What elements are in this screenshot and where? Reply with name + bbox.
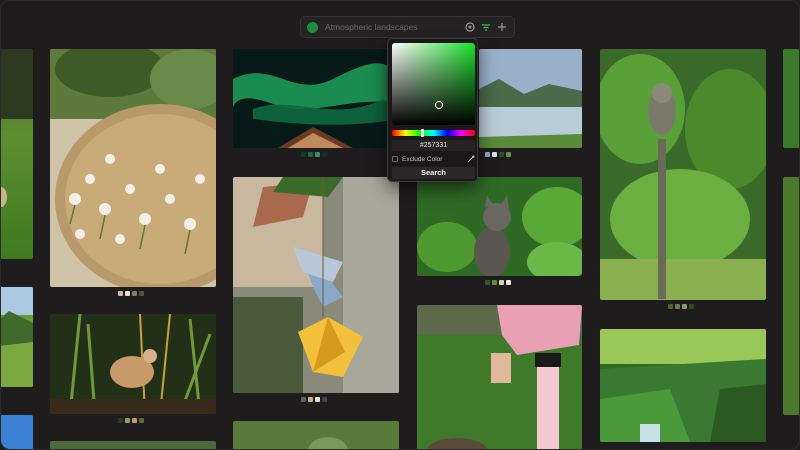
palette-swatch[interactable]	[315, 397, 320, 402]
palette-swatch[interactable]	[139, 418, 144, 423]
palette-owl-forest	[668, 304, 694, 309]
palette-swatch[interactable]	[499, 280, 504, 285]
image-card-moss-bottom[interactable]	[233, 421, 399, 449]
palette-swatch[interactable]	[682, 304, 687, 309]
hex-value[interactable]: #257331	[392, 140, 475, 151]
chicken-grass-image	[50, 314, 216, 414]
soccer-image	[417, 305, 582, 449]
color-swatch-button[interactable]	[307, 21, 318, 33]
palette-origami-cranes	[301, 397, 327, 402]
image-card-owl-forest[interactable]	[600, 49, 766, 300]
palette-swatch[interactable]	[485, 152, 490, 157]
image-card-flower-basket[interactable]	[50, 49, 216, 287]
palette-mountain-lake	[485, 152, 511, 157]
palette-swatch[interactable]	[506, 280, 511, 285]
palette-swatch[interactable]	[132, 291, 137, 296]
palette-swatch[interactable]	[308, 152, 313, 157]
palette-swatch[interactable]	[308, 397, 313, 402]
palette-swatch[interactable]	[499, 152, 504, 157]
exclude-color-row[interactable]: Exclude Color	[392, 154, 475, 164]
palette-swatch[interactable]	[132, 418, 137, 423]
flower-basket-image	[50, 49, 216, 287]
palette-flower-basket	[118, 291, 144, 296]
search-input[interactable]	[325, 22, 460, 32]
palette-swatch[interactable]	[301, 152, 306, 157]
image-card-right-edge-2[interactable]	[783, 177, 799, 415]
image-card-waterfall-forest[interactable]	[600, 329, 766, 442]
mountain-left-image	[1, 287, 33, 387]
image-card-sky-left[interactable]	[1, 415, 33, 449]
palette-swatch[interactable]	[322, 152, 327, 157]
filter-icon[interactable]	[480, 21, 492, 33]
bottom-col1-image	[50, 441, 216, 449]
field-left-image	[1, 49, 33, 259]
aurora-image	[233, 49, 399, 148]
palette-kitten	[485, 280, 511, 285]
palette-swatch[interactable]	[668, 304, 673, 309]
palette-swatch[interactable]	[485, 280, 490, 285]
hue-slider[interactable]	[392, 129, 475, 137]
right-edge-2-image	[783, 177, 799, 415]
waterfall-forest-image	[600, 329, 766, 442]
image-card-chicken-grass[interactable]	[50, 314, 216, 414]
kitten-image	[417, 177, 582, 276]
right-edge-image	[783, 49, 799, 148]
hue-handle[interactable]	[421, 129, 424, 137]
image-card-origami-cranes[interactable]	[233, 177, 399, 393]
color-wheel-icon[interactable]	[464, 21, 476, 33]
owl-forest-image	[600, 49, 766, 300]
palette-swatch[interactable]	[506, 152, 511, 157]
palette-chicken-grass	[118, 418, 144, 423]
eyedropper-icon[interactable]	[467, 150, 475, 168]
origami-cranes-image	[233, 177, 399, 393]
palette-swatch[interactable]	[118, 418, 123, 423]
palette-aurora	[301, 152, 327, 157]
image-card-right-edge[interactable]	[783, 49, 799, 148]
palette-swatch[interactable]	[689, 304, 694, 309]
image-card-aurora[interactable]	[233, 49, 399, 148]
plus-icon[interactable]	[496, 21, 508, 33]
app-frame: #257331 Exclude Color Search	[0, 0, 800, 450]
color-picker-popover: #257331 Exclude Color Search	[387, 38, 478, 182]
image-card-field-left[interactable]	[1, 49, 33, 259]
palette-swatch[interactable]	[125, 291, 130, 296]
palette-swatch[interactable]	[675, 304, 680, 309]
palette-swatch[interactable]	[315, 152, 320, 157]
moss-bottom-image	[233, 421, 399, 449]
image-card-bottom-col1[interactable]	[50, 441, 216, 449]
sky-left-image	[1, 415, 33, 449]
palette-swatch[interactable]	[492, 152, 497, 157]
palette-swatch[interactable]	[118, 291, 123, 296]
exclude-color-label: Exclude Color	[402, 155, 443, 163]
image-card-kitten[interactable]	[417, 177, 582, 276]
image-card-mountain-left[interactable]	[1, 287, 33, 387]
search-bar	[300, 16, 515, 38]
mountain-lake-image	[479, 49, 582, 148]
saturation-value-area[interactable]	[392, 43, 475, 125]
palette-swatch[interactable]	[139, 291, 144, 296]
image-card-mountain-lake[interactable]	[479, 49, 582, 148]
search-button[interactable]: Search	[392, 167, 475, 179]
palette-swatch[interactable]	[492, 280, 497, 285]
image-card-soccer[interactable]	[417, 305, 582, 449]
palette-swatch[interactable]	[301, 397, 306, 402]
palette-swatch[interactable]	[125, 418, 130, 423]
saturation-handle[interactable]	[435, 101, 443, 109]
exclude-color-checkbox[interactable]	[392, 156, 398, 162]
palette-swatch[interactable]	[322, 397, 327, 402]
